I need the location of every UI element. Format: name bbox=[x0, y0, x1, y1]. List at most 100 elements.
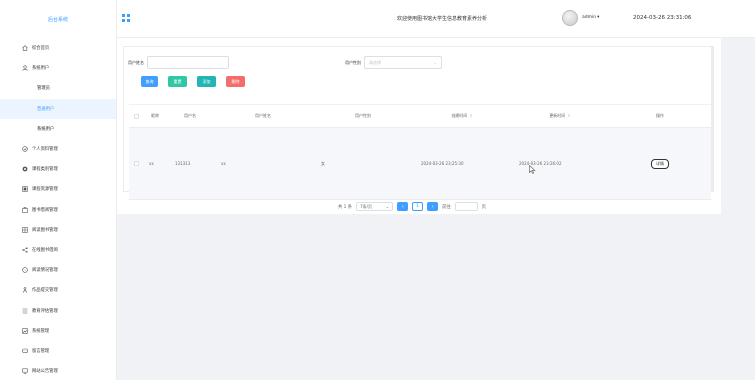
chevron-down-icon: ⌄ bbox=[385, 204, 390, 209]
sidebar-menu: 综合首页 系统用户 管理员 普通用户 系统用户 个人资料管理 课程类别管理 课程资源管理 图书借… bbox=[0, 38, 116, 380]
current-datetime: 2024-03-26 23:31:06 bbox=[633, 14, 692, 21]
person-icon bbox=[22, 287, 28, 294]
sidebar-item[interactable]: 管理员 bbox=[0, 78, 116, 98]
gender-placeholder: 请选择 bbox=[369, 59, 381, 65]
col-realname: 用户姓名 bbox=[255, 113, 271, 118]
select-all-cell bbox=[129, 113, 143, 119]
user-name: admin bbox=[582, 15, 597, 20]
mouse-cursor-icon bbox=[529, 165, 536, 174]
table-header: 昵称 用户名 用户姓名 用户性别 创建时间 ⇕ 更新时间 ⇕ 操作 bbox=[129, 104, 711, 128]
sidebar-item[interactable]: 网站公告管理 bbox=[0, 361, 116, 380]
sort-icon: ⇕ bbox=[567, 113, 571, 118]
sidebar-item-label: 在线图书借阅 bbox=[32, 247, 58, 253]
sidebar-item-label: 个人资料管理 bbox=[32, 147, 58, 153]
col-created[interactable]: 创建时间 ⇕ bbox=[413, 113, 511, 119]
sidebar-item[interactable]: 课程资源管理 bbox=[0, 179, 116, 199]
sidebar-item[interactable]: 系统用户 bbox=[0, 58, 116, 78]
next-page-button[interactable]: › bbox=[427, 202, 439, 211]
gear-icon bbox=[22, 166, 28, 172]
goto-label: 前往 bbox=[442, 204, 451, 210]
chat-icon bbox=[22, 267, 28, 273]
sidebar-item-label: 留言管理 bbox=[32, 348, 50, 354]
col-nickname: 昵称 bbox=[151, 113, 159, 118]
share-icon bbox=[22, 247, 28, 253]
col-updated[interactable]: 更新时间 ⇕ bbox=[511, 113, 609, 119]
user-menu[interactable]: admin ▾ bbox=[582, 15, 599, 20]
sidebar-item-label: 课程资源管理 bbox=[32, 187, 58, 193]
sidebar-item[interactable]: 个人资料管理 bbox=[0, 139, 116, 159]
add-button[interactable]: 添加 bbox=[197, 76, 216, 87]
page-title: 欢迎使用图书馆大学生信息教育素养分析 bbox=[397, 16, 488, 22]
sidebar-item-label: 阅读情况管理 bbox=[32, 268, 58, 274]
gender-label: 用户性别 bbox=[345, 59, 361, 65]
reset-button[interactable]: 重置 bbox=[168, 76, 187, 87]
search-bar: 用户姓名 用户性别 请选择 ⌄ bbox=[128, 56, 711, 69]
sidebar-item-label: 阅读图书管理 bbox=[32, 227, 58, 233]
sidebar-item-label: 网站公告管理 bbox=[32, 369, 58, 375]
sidebar-item[interactable]: 图书借阅管理 bbox=[0, 200, 116, 220]
page-size-select[interactable]: 7条/页 ⌄ bbox=[356, 202, 394, 211]
library-icon bbox=[22, 206, 28, 213]
toolbar: 查询 重置 添加 删除 bbox=[141, 76, 245, 87]
cell-updated: 2024-03-26 23:26:02 bbox=[519, 161, 562, 166]
sort-icon: ⇕ bbox=[469, 113, 473, 118]
row-select-cell bbox=[129, 161, 143, 166]
sidebar-item-label: 课程类别管理 bbox=[32, 167, 58, 173]
sidebar-item-label: 管理员 bbox=[37, 86, 50, 92]
detail-button[interactable]: 详情 bbox=[651, 158, 669, 169]
username-label: 用户姓名 bbox=[128, 59, 144, 65]
username-input[interactable] bbox=[147, 56, 229, 69]
page-number-1[interactable]: 1 bbox=[412, 202, 424, 211]
sidebar-item[interactable]: 作品提交管理 bbox=[0, 280, 116, 300]
image-icon bbox=[22, 328, 28, 334]
prev-page-button[interactable]: ‹ bbox=[397, 202, 409, 211]
row-checkbox[interactable] bbox=[133, 161, 139, 166]
sidebar-item[interactable]: 普通用户 bbox=[0, 98, 116, 119]
sidebar: 后台系统 综合首页 系统用户 管理员 普通用户 系统用户 个人资料管理 课程类别管理 课程资源… bbox=[0, 0, 117, 380]
chevron-down-icon: ⌄ bbox=[433, 60, 437, 65]
user-table: 昵称 用户名 用户姓名 用户性别 创建时间 ⇕ 更新时间 ⇕ 操作 xx 13131… bbox=[129, 104, 711, 200]
gender-select[interactable]: 请选择 ⌄ bbox=[364, 56, 442, 69]
list-icon bbox=[22, 308, 28, 314]
sidebar-item[interactable]: 留言管理 bbox=[0, 341, 116, 361]
avatar[interactable] bbox=[562, 10, 578, 26]
search-button[interactable]: 查询 bbox=[141, 76, 158, 87]
message-icon bbox=[22, 348, 28, 354]
sidebar-item[interactable]: 综合首页 bbox=[0, 38, 116, 58]
goto-page-input[interactable] bbox=[454, 202, 478, 211]
user-icon bbox=[22, 65, 28, 72]
top-header: 欢迎使用图书馆大学生信息教育素养分析 admin ▾ 2024-03-26 23… bbox=[117, 0, 755, 38]
sidebar-item[interactable]: 课程类别管理 bbox=[0, 159, 116, 179]
delete-button[interactable]: 删除 bbox=[226, 76, 245, 87]
sidebar-brand: 后台系统 bbox=[47, 16, 68, 23]
sidebar-item[interactable]: 教育评估管理 bbox=[0, 300, 116, 320]
page-unit: 页 bbox=[481, 204, 486, 210]
profile-icon bbox=[22, 146, 28, 152]
cell-realname: xx bbox=[221, 161, 226, 166]
select-all-checkbox[interactable] bbox=[133, 113, 139, 119]
cell-created: 2024-03-26 23:25:30 bbox=[421, 161, 464, 166]
chevron-down-icon: ▾ bbox=[597, 15, 600, 20]
cell-action: 详情 bbox=[609, 158, 711, 169]
sidebar-item[interactable]: 在线图书借阅 bbox=[0, 240, 116, 260]
col-username: 用户名 bbox=[184, 113, 196, 118]
sidebar-item[interactable]: 阅读图书管理 bbox=[0, 220, 116, 240]
table-row: xx 131313 xx 女 2024-03-26 23:25:30 2024-… bbox=[129, 128, 711, 200]
sidebar-item-label: 系统用户 bbox=[37, 126, 55, 132]
cell-gender: 女 bbox=[321, 160, 325, 166]
cell-username: 131313 bbox=[175, 161, 191, 166]
pagination: 共 1 条 7条/页 ⌄ ‹ 1 › 前往 页 bbox=[338, 202, 486, 211]
col-gender: 用户性别 bbox=[355, 113, 371, 118]
col-action: 操作 bbox=[656, 113, 664, 118]
sidebar-item-label: 图书借阅管理 bbox=[32, 207, 58, 213]
menu-toggle-icon[interactable] bbox=[122, 14, 130, 22]
total-count: 共 1 条 bbox=[338, 204, 353, 210]
book-icon bbox=[22, 186, 28, 193]
sidebar-item[interactable]: 系统用户 bbox=[0, 119, 116, 139]
sidebar-item[interactable]: 阅读情况管理 bbox=[0, 260, 116, 280]
sidebar-item-label: 综合首页 bbox=[32, 46, 50, 52]
home-icon bbox=[22, 45, 28, 51]
content-card: 用户姓名 用户性别 请选择 ⌄ 查询 重置 添加 删除 昵称 用户名 用户姓名 bbox=[123, 46, 714, 200]
sidebar-item[interactable]: 系统管理 bbox=[0, 321, 116, 341]
grid-icon bbox=[22, 227, 28, 233]
